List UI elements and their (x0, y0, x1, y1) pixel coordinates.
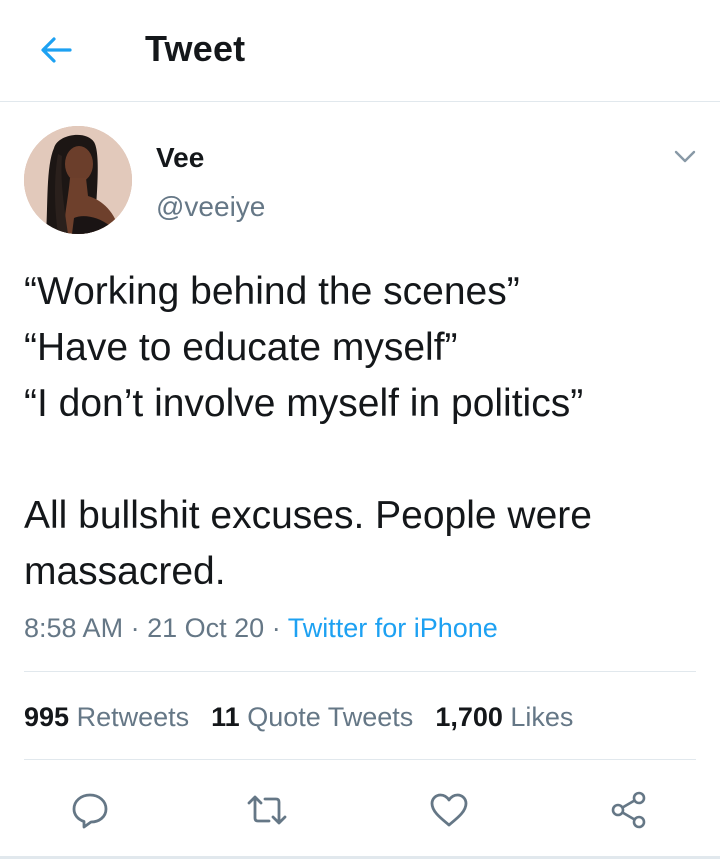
share-icon (611, 791, 646, 829)
tweet-text: “Working behind the scenes” “Have to edu… (24, 264, 704, 600)
tweet-date: 21 Oct 20 (147, 613, 265, 643)
avatar-image (24, 126, 132, 234)
likes-stat[interactable]: 1,700 Likes (435, 702, 573, 732)
divider (24, 759, 696, 760)
quote-tweets-label: Quote Tweets (247, 702, 414, 732)
tweet-text-line: “Have to educate myself” (24, 326, 458, 369)
reply-button[interactable] (64, 784, 116, 836)
tweet-text-line: “Working behind the scenes” (24, 270, 520, 313)
retweets-count: 995 (24, 702, 70, 732)
arrow-left-icon (41, 37, 72, 63)
retweets-stat[interactable]: 995 Retweets (24, 702, 189, 732)
meta-separator: · (271, 613, 281, 643)
tweet-source-link[interactable]: Twitter for iPhone (288, 613, 498, 643)
tweet-text-line: massacred. (24, 550, 226, 593)
page-title: Tweet (145, 28, 246, 69)
retweet-button[interactable] (241, 784, 293, 836)
author-display-name[interactable]: Vee (156, 141, 204, 175)
tweet-stats: 995 Retweets 11 Quote Tweets 1,700 Likes (24, 700, 573, 734)
back-button[interactable] (34, 28, 78, 72)
tweet-time: 8:58 AM (24, 613, 124, 643)
share-button[interactable] (603, 784, 655, 836)
retweets-label: Retweets (76, 702, 190, 732)
tweet-metadata: 8:58 AM · 21 Oct 20 · Twitter for iPhone (24, 612, 498, 644)
quote-tweets-count: 11 (211, 702, 240, 732)
quote-tweets-stat[interactable]: 11 Quote Tweets (211, 702, 413, 732)
like-icon (430, 793, 468, 827)
chevron-down-icon (674, 150, 696, 163)
avatar[interactable] (24, 126, 132, 234)
likes-count: 1,700 (435, 702, 503, 732)
meta-separator: · (130, 613, 140, 643)
like-button[interactable] (423, 784, 475, 836)
tweet-actions-bar (0, 784, 720, 836)
reply-icon (72, 793, 108, 829)
author-handle[interactable]: @veeiye (156, 190, 265, 224)
tweet-text-line: “I don’t involve myself in politics” (24, 382, 584, 425)
header-bar: Tweet (0, 0, 720, 102)
tweet-text-line: All bullshit excuses. People were (24, 494, 592, 537)
more-options-button[interactable] (670, 142, 700, 172)
divider (24, 671, 696, 672)
retweet-icon (247, 795, 287, 825)
likes-label: Likes (510, 702, 574, 732)
